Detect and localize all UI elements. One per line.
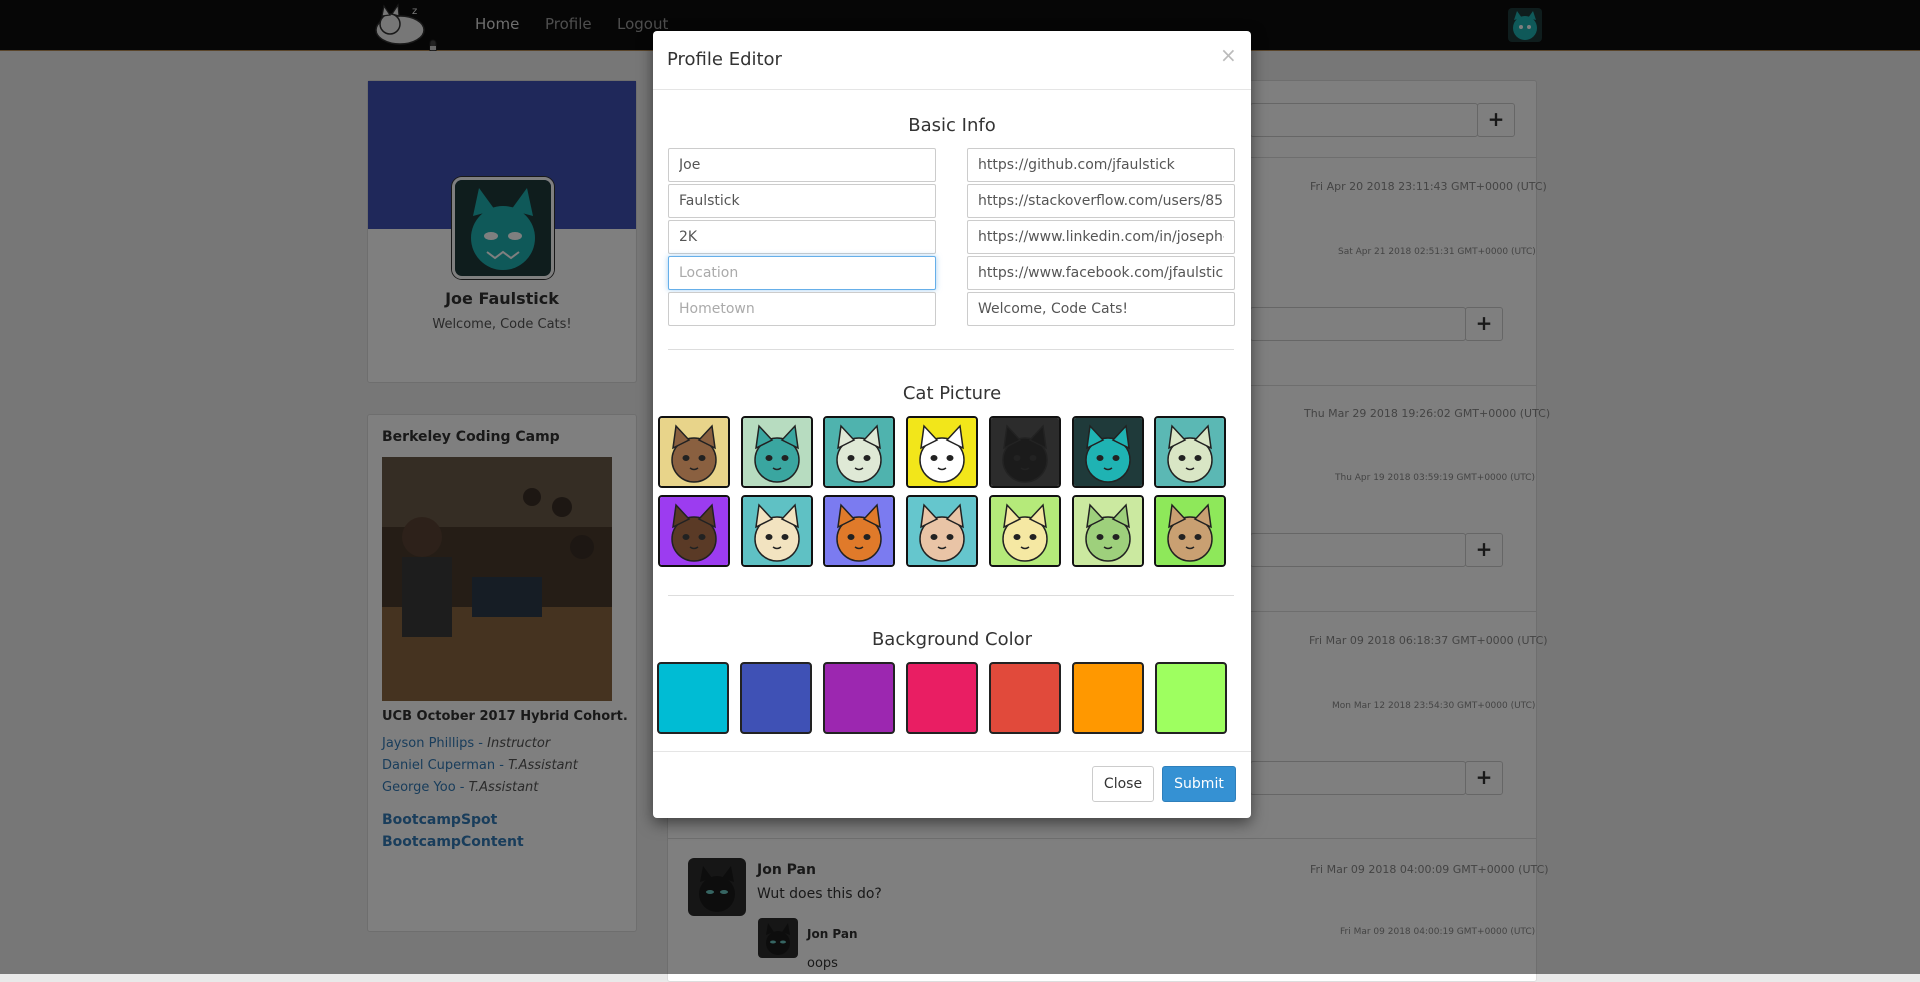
hometown-field[interactable]: [668, 292, 936, 326]
modal-footer-divider: [653, 751, 1251, 752]
first-name-field[interactable]: [668, 148, 936, 182]
black-cat-icon[interactable]: [988, 416, 1061, 488]
section-divider: [668, 349, 1234, 350]
background-color-title: Background Color: [871, 629, 1033, 650]
modal-title: Profile Editor: [667, 49, 782, 70]
modal-header-divider: [653, 89, 1251, 90]
bunny-cat-icon[interactable]: [906, 495, 979, 567]
stackoverflow-field[interactable]: [967, 184, 1235, 218]
question-cat-icon[interactable]: [740, 495, 813, 567]
color-swatch[interactable]: [1072, 662, 1144, 734]
tabby-cat-icon[interactable]: [658, 416, 730, 488]
linkedin-field[interactable]: [967, 220, 1235, 254]
surprised-cat-icon[interactable]: [1154, 416, 1227, 488]
basic-info-title: Basic Info: [908, 115, 996, 136]
happy-tabby-cat-icon[interactable]: [1154, 495, 1227, 567]
black-white-cat-icon[interactable]: [906, 416, 979, 488]
close-icon[interactable]: ×: [1220, 43, 1237, 67]
color-swatch[interactable]: [740, 662, 812, 734]
section-divider: [668, 595, 1234, 596]
yellow-cat-icon[interactable]: [988, 495, 1061, 567]
color-swatch[interactable]: [989, 662, 1061, 734]
sleepy-cat-icon[interactable]: [740, 416, 813, 488]
color-swatch[interactable]: [823, 662, 895, 734]
teal-cat-icon[interactable]: [1071, 416, 1144, 488]
close-button[interactable]: Close: [1092, 766, 1154, 802]
orange-cat-icon[interactable]: [823, 495, 896, 567]
color-swatch[interactable]: [657, 662, 729, 734]
submit-button[interactable]: Submit: [1162, 766, 1236, 802]
last-name-field[interactable]: [668, 184, 936, 218]
facebook-field[interactable]: [967, 256, 1235, 290]
cat-picture-title: Cat Picture: [902, 383, 1002, 404]
pirate-cat-icon[interactable]: [658, 495, 730, 567]
color-swatch[interactable]: [906, 662, 978, 734]
cohort-field[interactable]: [668, 220, 936, 254]
color-swatch[interactable]: [1155, 662, 1227, 734]
bio-field[interactable]: [967, 292, 1235, 326]
calico-cat-icon[interactable]: [823, 416, 896, 488]
profile-editor-modal: Profile Editor × Basic Info Cat Picture …: [653, 31, 1251, 818]
location-field[interactable]: [668, 256, 936, 290]
zombie-cat-icon[interactable]: [1071, 495, 1144, 567]
github-field[interactable]: [967, 148, 1235, 182]
